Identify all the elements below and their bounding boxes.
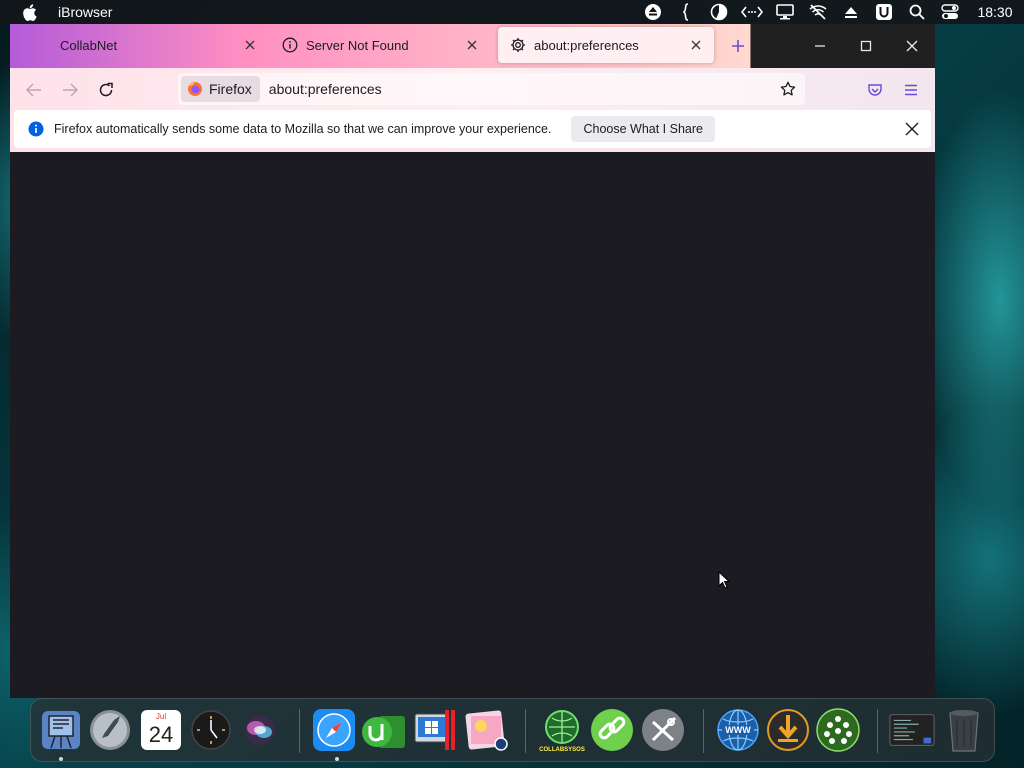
u-badge-icon[interactable] (867, 0, 900, 24)
calendar-day: 24 (148, 722, 174, 747)
photos-icon[interactable] (463, 707, 509, 753)
utorrent-icon[interactable] (361, 707, 407, 753)
page-content (10, 152, 935, 698)
finder-icon[interactable] (38, 707, 84, 753)
navigation-toolbar: Firefox about:preferences (10, 68, 935, 110)
browser-window: CollabNet Server Not Found about:prefere… (10, 24, 935, 698)
active-app-name[interactable]: iBrowser (58, 4, 112, 20)
notification-message: Firefox automatically sends some data to… (54, 122, 552, 136)
tools-icon[interactable] (640, 707, 686, 753)
control-center-icon[interactable] (933, 0, 966, 24)
code-arrows-icon[interactable] (735, 0, 768, 24)
new-tab-button[interactable] (726, 34, 750, 58)
running-indicator (59, 757, 63, 761)
script-icon[interactable] (669, 0, 702, 24)
bookmark-star-icon[interactable] (777, 78, 799, 100)
info-icon (28, 121, 44, 137)
svg-text:WWW: WWW (725, 725, 751, 735)
reload-button[interactable] (92, 76, 120, 104)
identity-box[interactable]: Firefox (181, 76, 260, 102)
menubar-clock[interactable]: 18:30 (966, 4, 1024, 20)
forward-button[interactable] (56, 76, 84, 104)
svg-text:COLLABSYSOS: COLLABSYSOS (539, 747, 585, 753)
choose-what-i-share-button[interactable]: Choose What I Share (571, 116, 715, 142)
wifi-off-icon[interactable] (801, 0, 834, 24)
close-icon[interactable] (238, 33, 262, 57)
identity-label: Firefox (209, 81, 252, 97)
parallels-icon[interactable] (413, 707, 459, 753)
tab-strip: CollabNet Server Not Found about:prefere… (10, 24, 935, 68)
dock: Jul 24 COLLABSYSOS WWW (30, 698, 995, 762)
trash-icon[interactable] (941, 707, 987, 753)
dock-separator (877, 709, 878, 753)
minimize-button[interactable] (805, 32, 835, 60)
display-icon[interactable] (768, 0, 801, 24)
url-text[interactable]: about:preferences (269, 81, 382, 97)
calendar-icon[interactable]: Jul 24 (138, 707, 184, 753)
collabsysos-icon[interactable]: COLLABSYSOS (539, 707, 585, 753)
search-icon[interactable] (900, 0, 933, 24)
download-icon[interactable] (765, 707, 811, 753)
launchpad-icon[interactable] (87, 707, 133, 753)
data-collection-notification: Firefox automatically sends some data to… (14, 110, 931, 148)
network-icon[interactable] (815, 707, 861, 753)
tab-label: about:preferences (534, 37, 639, 53)
tab-about-preferences[interactable]: about:preferences (498, 27, 714, 63)
eject-icon[interactable] (636, 0, 669, 24)
dock-separator (525, 709, 526, 753)
terminal-icon[interactable] (889, 707, 935, 753)
gear-icon (510, 37, 526, 53)
hamburger-menu-icon[interactable] (897, 76, 925, 104)
tab-collabnet[interactable]: CollabNet (48, 27, 268, 63)
pocket-icon[interactable] (861, 76, 889, 104)
close-icon[interactable] (684, 33, 708, 57)
tab-label: CollabNet (60, 37, 118, 53)
link-icon[interactable] (589, 707, 635, 753)
www-icon[interactable]: WWW (715, 707, 761, 753)
dock-separator (703, 709, 704, 753)
info-icon (282, 37, 298, 53)
close-window-button[interactable] (897, 32, 927, 60)
maximize-button[interactable] (851, 32, 881, 60)
url-bar[interactable]: Firefox about:preferences (178, 73, 805, 105)
dock-separator (299, 709, 300, 753)
tab-label: Server Not Found (306, 37, 409, 53)
calendar-month: Jul (155, 712, 167, 721)
mouse-cursor-icon (718, 570, 731, 589)
safari-icon[interactable] (311, 707, 357, 753)
clock-icon[interactable] (188, 707, 234, 753)
back-button[interactable] (20, 76, 48, 104)
pie-chart-icon[interactable] (702, 0, 735, 24)
running-indicator (335, 757, 339, 761)
close-icon[interactable] (901, 118, 923, 140)
firefox-logo-icon (187, 81, 203, 97)
siri-icon[interactable] (237, 707, 283, 753)
apple-icon[interactable] (22, 3, 42, 21)
close-icon[interactable] (460, 33, 484, 57)
upload-icon[interactable] (834, 0, 867, 24)
tab-server-not-found[interactable]: Server Not Found (270, 27, 490, 63)
menu-bar: iBrowser 18:30 (0, 0, 1024, 24)
